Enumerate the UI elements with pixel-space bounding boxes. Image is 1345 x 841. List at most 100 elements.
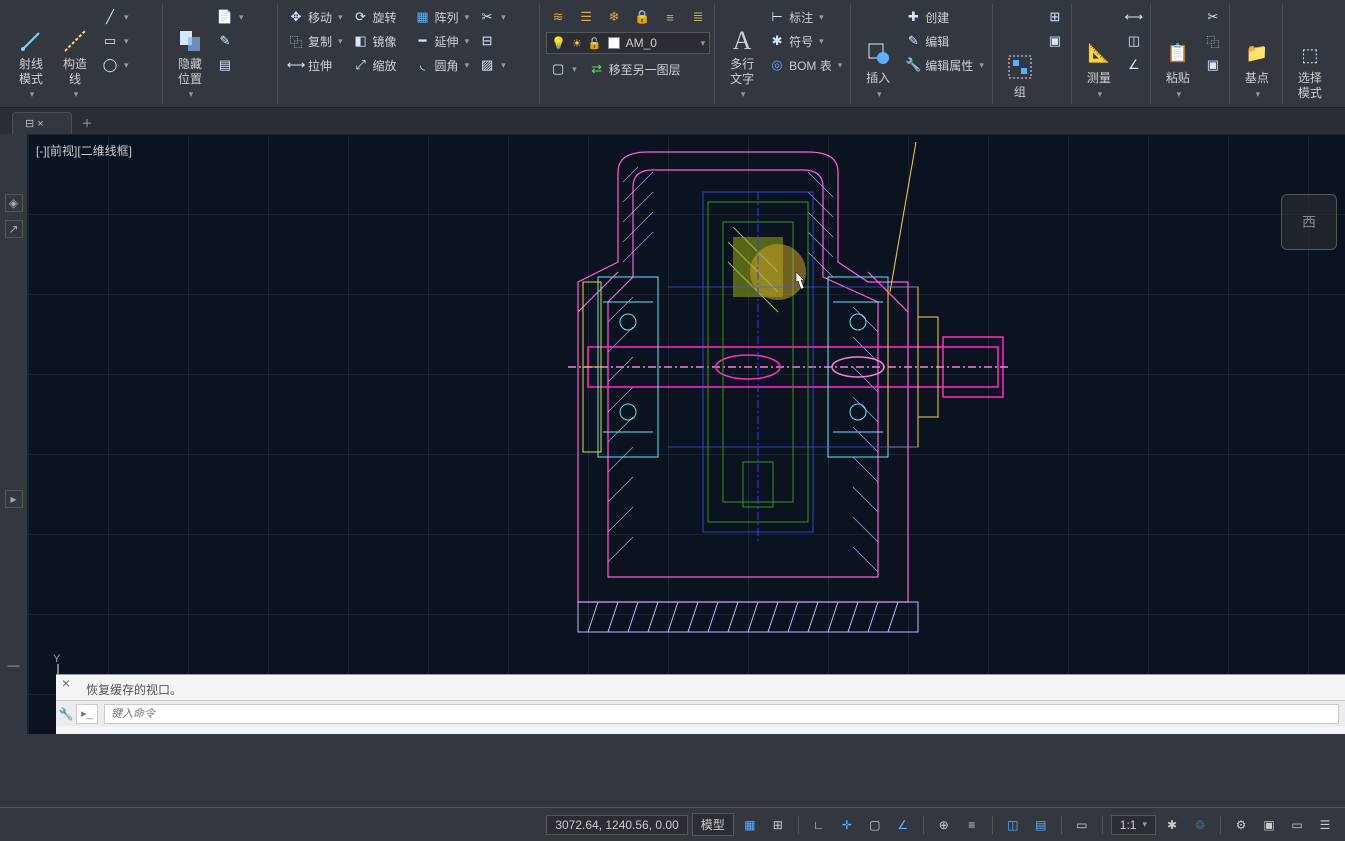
hide-tool-3[interactable]: ▤ (213, 54, 273, 76)
copy-clip-button[interactable]: ⿻ (1201, 30, 1225, 52)
customize-button[interactable]: ☰ (1313, 814, 1337, 836)
qprops-toggle[interactable]: ▭ (1070, 814, 1094, 836)
hide-position-button[interactable]: 隐藏 位置▾ (169, 6, 211, 102)
block-edit-button[interactable]: ✎编辑 (901, 30, 988, 52)
move-button[interactable]: ✥移动▾ (284, 6, 347, 28)
rotate-button[interactable]: ⟳旋转 (349, 6, 409, 28)
select-label: 选择 模式 (1298, 71, 1322, 100)
hide-tool-2[interactable]: ✎ (213, 30, 273, 52)
layer-name: AM_0 (626, 36, 693, 50)
draw-tool-1[interactable]: ╱▾ (98, 6, 158, 28)
mtext-button[interactable]: A 多行 文字▾ (721, 6, 763, 102)
layer-stack-icon: ≋ (550, 9, 566, 25)
insert-button[interactable]: 插入▾ (857, 6, 899, 102)
ray-mode-button[interactable]: 射线 模式▾ (10, 6, 52, 102)
toolbar-btn-1[interactable]: ◈ (5, 194, 23, 212)
lock-icon: 🔓 (588, 37, 602, 50)
draw-tool-3[interactable]: ◯▾ (98, 54, 158, 76)
mirror-button[interactable]: ◧镜像 (349, 30, 409, 52)
svg-text:Y: Y (53, 654, 61, 665)
drawing-canvas[interactable]: [-][前视][二维线框] (28, 134, 1345, 734)
paste-label: 粘贴 (1166, 69, 1190, 86)
layer-props-button[interactable]: ▢▾ (546, 58, 581, 80)
toolbar-expand[interactable]: ▸ (5, 490, 23, 508)
scale-readout[interactable]: 1:1▾ (1111, 815, 1156, 835)
polar-toggle[interactable]: ✛ (835, 814, 859, 836)
mod-ext-2[interactable]: ⊟ (475, 30, 535, 52)
edit-block-icon: ✎ (905, 33, 921, 49)
osnap-toggle[interactable]: ▢ (863, 814, 887, 836)
symbol-button[interactable]: ✱符号▾ (765, 30, 846, 52)
stretch-button[interactable]: ⟷拉伸 (284, 54, 347, 76)
block-attrs-button[interactable]: 🔧编辑属性▾ (901, 54, 988, 76)
move-to-layer-button[interactable]: ⇄移至另一图层 (585, 58, 685, 80)
ribbon-panel-group: 组 ⊞ ▣ (995, 4, 1072, 104)
mod-ext-1[interactable]: ✂▾ (475, 6, 535, 28)
layer-freeze-button[interactable]: ❄ (602, 6, 626, 28)
group-button[interactable]: 组 (999, 6, 1041, 102)
meas-1[interactable]: ⟷ (1122, 6, 1146, 28)
meas-3[interactable]: ∠ (1122, 54, 1146, 76)
otrack-toggle[interactable]: ∠ (891, 814, 915, 836)
chevron-down-icon: ▾ (1098, 89, 1103, 100)
new-tab-button[interactable]: ＋ (74, 112, 100, 134)
cmd-close-button[interactable]: × (56, 675, 76, 700)
anno-auto-toggle[interactable]: ♲ (1188, 814, 1212, 836)
cycle-toggle[interactable]: ◫ (1001, 814, 1025, 836)
hide-tool-1[interactable]: 📄▾ (213, 6, 273, 28)
draw-tool-2[interactable]: ▭▾ (98, 30, 158, 52)
viewport-label[interactable]: [-][前视][二维线框] (36, 142, 132, 159)
clip-ext[interactable]: ▣ (1201, 54, 1225, 76)
model-space-button[interactable]: 模型 (692, 813, 734, 836)
ungroup-button[interactable]: ⊞ (1043, 6, 1067, 28)
hardware-accel[interactable]: ▣ (1257, 814, 1281, 836)
layer-frz-icon: ❄ (606, 9, 622, 25)
select-mode-button[interactable]: ⬚ 选择 模式 (1289, 6, 1331, 102)
clean-screen[interactable]: ▭ (1285, 814, 1309, 836)
construction-line-button[interactable]: 构造 线▾ (54, 6, 96, 102)
layer-lock-button[interactable]: 🔒 (630, 6, 654, 28)
view-cube[interactable]: 西 (1281, 194, 1337, 250)
lineweight-toggle[interactable]: ≡ (960, 814, 984, 836)
current-layer-dropdown[interactable]: 💡 ☀ 🔓 AM_0 ▾ (546, 32, 710, 54)
clip-icon: ▣ (1205, 57, 1221, 73)
measure-button[interactable]: 📐 测量▾ (1078, 6, 1120, 102)
fillet-button[interactable]: ◟圆角▾ (411, 54, 474, 76)
extend-button[interactable]: ━延伸▾ (411, 30, 474, 52)
workspace-switch[interactable]: ⚙ (1229, 814, 1253, 836)
anno-vis-toggle[interactable]: ✱ (1160, 814, 1184, 836)
grid-toggle[interactable]: ▦ (738, 814, 762, 836)
snap-toggle[interactable]: ⊞ (766, 814, 790, 836)
select-icon: ⬚ (1297, 42, 1323, 68)
measure-icon: 📐 (1086, 40, 1112, 66)
paste-button[interactable]: 📋 粘贴▾ (1157, 6, 1199, 102)
ortho-toggle[interactable]: ∟ (807, 814, 831, 836)
mod-ext-3[interactable]: ▨▾ (475, 54, 535, 76)
document-tab-active[interactable]: ⊟ × (12, 112, 72, 134)
block-create-button[interactable]: ✚创建 (901, 6, 988, 28)
tab-close-x[interactable]: ⊟ × (25, 117, 44, 130)
array-button[interactable]: ▦阵列▾ (411, 6, 474, 28)
bom-button[interactable]: ◎BOM 表▾ (765, 54, 846, 76)
ribbon-panel-modify: ✥移动▾ ⿻复制▾ ⟷拉伸 ⟳旋转 ◧镜像 ⤢缩放 ▦阵列▾ ━延伸▾ ◟圆角▾… (280, 4, 540, 104)
cut-button[interactable]: ✂ (1201, 6, 1225, 28)
hide-icon (177, 28, 203, 54)
dist-icon: ⟷ (1126, 9, 1142, 25)
copy-button[interactable]: ⿻复制▾ (284, 30, 347, 52)
layer-iso-button[interactable]: ☰ (574, 6, 598, 28)
command-input[interactable] (104, 704, 1339, 724)
toolbar-btn-3[interactable]: — (5, 656, 23, 674)
group-edit-button[interactable]: ▣ (1043, 30, 1067, 52)
meas-2[interactable]: ◫ (1122, 30, 1146, 52)
transparency-toggle[interactable]: ▤ (1029, 814, 1053, 836)
scale-button[interactable]: ⤢缩放 (349, 54, 409, 76)
dyn-toggle[interactable]: ⊕ (932, 814, 956, 836)
chevron-down-icon: ▾ (701, 38, 706, 49)
layer-off-button[interactable]: ≋ (546, 6, 570, 28)
toolbar-btn-2[interactable]: ↗ (5, 220, 23, 238)
dim-button[interactable]: ⊢标注▾ (765, 6, 846, 28)
layer-x4[interactable]: ≡ (658, 6, 682, 28)
cmd-config-button[interactable]: 🔧 (56, 707, 76, 721)
layer-x5[interactable]: ≣ (686, 6, 710, 28)
base-button[interactable]: 📁 基点▾ (1236, 6, 1278, 102)
